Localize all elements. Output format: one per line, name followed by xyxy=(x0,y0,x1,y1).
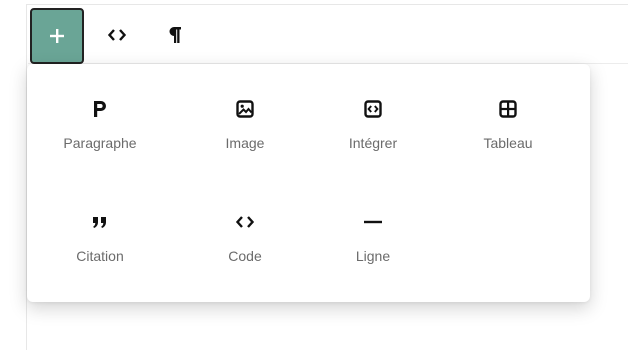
menu-item-label: Tableau xyxy=(483,135,533,151)
menu-item-label: Citation xyxy=(76,248,124,264)
menu-item-ligne[interactable]: Ligne xyxy=(313,210,433,290)
code-icon xyxy=(233,210,257,234)
toolbar-code-button[interactable] xyxy=(106,24,128,46)
image-icon xyxy=(233,97,257,121)
add-block-button[interactable] xyxy=(30,8,84,64)
menu-item-code[interactable]: Code xyxy=(185,210,305,290)
code-icon xyxy=(108,29,126,41)
insert-block-menu: Paragraphe Image Intégrer Tableau Citati… xyxy=(27,64,590,302)
menu-item-label: Image xyxy=(225,135,265,151)
menu-item-label: Paragraphe xyxy=(63,135,137,151)
paragraph-p-icon xyxy=(88,97,112,121)
quote-icon xyxy=(88,210,112,234)
menu-item-image[interactable]: Image xyxy=(185,97,305,177)
menu-item-citation[interactable]: Citation xyxy=(40,210,160,290)
table-icon xyxy=(496,97,520,121)
menu-item-label: Ligne xyxy=(355,248,391,264)
plus-icon xyxy=(50,29,64,43)
menu-item-tableau[interactable]: Tableau xyxy=(448,97,568,177)
menu-item-label: Intégrer xyxy=(348,135,398,151)
toolbar-paragraph-button[interactable] xyxy=(164,24,186,46)
embed-icon xyxy=(361,97,385,121)
menu-item-integrer[interactable]: Intégrer xyxy=(313,97,433,177)
menu-item-paragraphe[interactable]: Paragraphe xyxy=(40,97,160,177)
pilcrow-icon xyxy=(169,27,181,43)
horizontal-rule-icon xyxy=(361,210,385,234)
menu-item-label: Code xyxy=(228,248,262,264)
editor-toolbar xyxy=(28,6,628,64)
